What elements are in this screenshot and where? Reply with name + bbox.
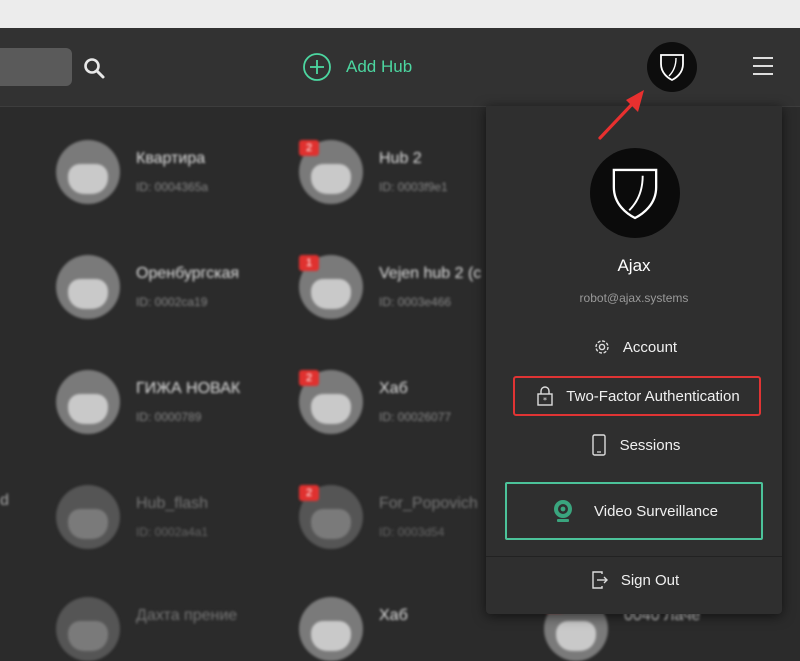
two-factor-label: Two-Factor Authentication bbox=[566, 387, 740, 405]
notification-badge: 1 bbox=[299, 255, 319, 271]
profile-email: robot@ajax.systems bbox=[579, 291, 689, 305]
hub-name: Хаб bbox=[379, 380, 408, 397]
hub-id: ID: 0004365a bbox=[136, 180, 209, 194]
hub-image bbox=[56, 255, 120, 319]
video-surveillance-menu-item[interactable]: Video Surveillance bbox=[505, 482, 763, 540]
gear-icon bbox=[591, 336, 613, 358]
camera-icon bbox=[550, 498, 576, 524]
search-input[interactable] bbox=[0, 48, 72, 86]
hub-image bbox=[56, 140, 120, 204]
phone-icon bbox=[588, 434, 610, 456]
hub-name: Vejen hub 2 (c bbox=[379, 265, 482, 282]
add-hub-button[interactable]: Add Hub bbox=[302, 52, 412, 82]
notification-badge: 2 bbox=[299, 370, 319, 386]
hub-name: Hub_flash bbox=[136, 495, 209, 512]
profile-avatar bbox=[590, 148, 680, 238]
hamburger-menu-icon[interactable] bbox=[752, 55, 774, 77]
divider bbox=[486, 556, 782, 557]
notification-badge: 2 bbox=[299, 140, 319, 156]
hub-image bbox=[299, 597, 363, 661]
profile-dropdown: Ajax robot@ajax.systems Account * Two-Fa… bbox=[486, 106, 782, 614]
account-label: Account bbox=[622, 338, 678, 356]
plus-circle-icon bbox=[303, 53, 331, 81]
sign-out-label: Sign Out bbox=[620, 571, 680, 589]
hub-id: ID: 0002ca19 bbox=[136, 295, 208, 309]
notification-badge: 2 bbox=[299, 485, 319, 501]
hub-id: ID: 0003f9e1 bbox=[379, 180, 448, 194]
clipped-text: d bbox=[0, 492, 9, 509]
add-hub-label: Add Hub bbox=[346, 57, 413, 76]
hub-name: ГИЖА НОВАК bbox=[136, 380, 241, 397]
shield-icon bbox=[612, 168, 658, 220]
window-chrome bbox=[0, 0, 800, 29]
sign-out-menu-item[interactable]: Sign Out bbox=[486, 568, 782, 592]
hub-image bbox=[56, 597, 120, 661]
svg-text:*: * bbox=[543, 396, 547, 405]
hub-name: Квартира bbox=[136, 150, 206, 167]
hub-id: ID: 0003d54 bbox=[379, 525, 445, 539]
sign-out-icon bbox=[589, 569, 611, 591]
sessions-label: Sessions bbox=[619, 436, 681, 454]
two-factor-menu-item[interactable]: * Two-Factor Authentication bbox=[513, 376, 761, 416]
hub-name: Дахта прение bbox=[136, 607, 238, 624]
shield-icon bbox=[660, 54, 684, 82]
hub-id: ID: 0002a4a1 bbox=[136, 525, 209, 539]
profile-avatar-button[interactable] bbox=[647, 42, 697, 92]
hub-image bbox=[56, 485, 120, 549]
hub-name: For_Popovich bbox=[379, 495, 478, 512]
hub-id: ID: 0000789 bbox=[136, 410, 202, 424]
lock-icon: * bbox=[534, 385, 556, 407]
account-menu-item[interactable]: Account bbox=[486, 335, 782, 359]
profile-name: Ajax bbox=[617, 256, 651, 275]
hub-name: Оренбургская bbox=[136, 265, 240, 282]
annotation-arrow bbox=[598, 90, 644, 140]
hub-name: Хаб bbox=[379, 607, 408, 624]
sessions-menu-item[interactable]: Sessions bbox=[486, 433, 782, 457]
hub-name: Hub 2 bbox=[379, 150, 422, 167]
hub-id: ID: 0003e466 bbox=[379, 295, 452, 309]
search-icon[interactable] bbox=[82, 56, 106, 80]
hub-id: ID: 00026077 bbox=[379, 410, 452, 424]
top-bar: Add Hub bbox=[0, 28, 800, 107]
hub-image bbox=[56, 370, 120, 434]
video-surveillance-label: Video Surveillance bbox=[594, 502, 718, 520]
